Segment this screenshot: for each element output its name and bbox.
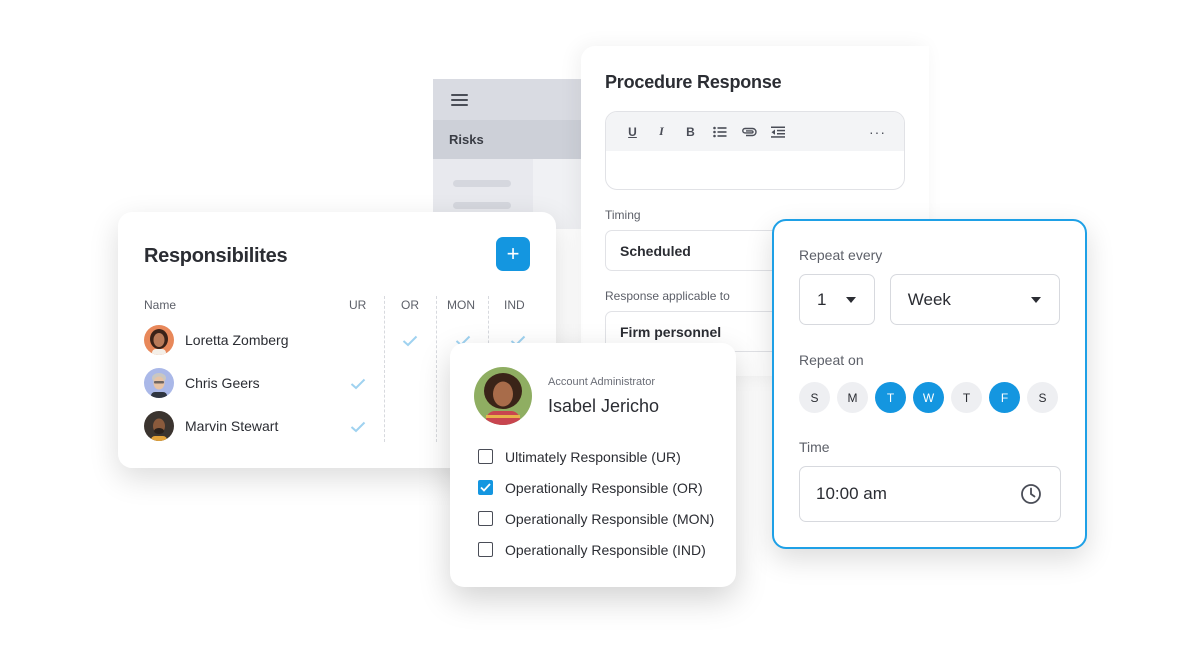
admin-name: Isabel Jericho bbox=[548, 395, 660, 416]
checkbox[interactable] bbox=[478, 449, 493, 464]
day-tuesday[interactable]: T bbox=[875, 382, 906, 413]
day-picker: S M T W T F S bbox=[799, 382, 1060, 413]
risks-panel: Risks bbox=[433, 79, 603, 229]
clock-icon[interactable] bbox=[1020, 483, 1042, 505]
column-divider bbox=[436, 296, 437, 442]
column-header-ind: IND bbox=[504, 298, 525, 312]
repeat-count-select[interactable]: 1 bbox=[799, 274, 875, 325]
placeholder-bar bbox=[453, 180, 511, 187]
option-ur[interactable]: Ultimately Responsible (UR) bbox=[478, 441, 736, 472]
menu-icon[interactable] bbox=[451, 93, 468, 106]
plus-icon: + bbox=[506, 241, 520, 266]
chevron-down-icon bbox=[1031, 296, 1041, 303]
rich-text-editor[interactable]: U I B ··· bbox=[605, 111, 905, 190]
chevron-down-icon bbox=[845, 296, 856, 303]
sidebar-item-risks[interactable]: Risks bbox=[433, 120, 603, 159]
checkbox[interactable] bbox=[478, 542, 493, 557]
column-divider bbox=[384, 296, 385, 442]
admin-role: Account Administrator bbox=[548, 375, 655, 388]
avatar bbox=[474, 367, 532, 425]
checkmark-icon bbox=[350, 378, 366, 390]
time-input[interactable]: 10:00 am bbox=[799, 466, 1061, 522]
checkbox-checked[interactable] bbox=[478, 480, 493, 495]
person-name: Loretta Zomberg bbox=[185, 332, 289, 348]
repeat-on-label: Repeat on bbox=[799, 352, 864, 368]
day-thursday[interactable]: T bbox=[951, 382, 982, 413]
repeat-count-value: 1 bbox=[817, 289, 827, 309]
editor-toolbar: U I B ··· bbox=[606, 112, 904, 151]
placeholder-bar bbox=[453, 202, 511, 209]
repeat-schedule-card: Repeat every 1 Week Repeat on S M T W T … bbox=[772, 219, 1087, 549]
column-header-ur: UR bbox=[349, 298, 367, 312]
day-sunday[interactable]: S bbox=[799, 382, 830, 413]
checkmark-icon bbox=[480, 483, 491, 492]
underline-icon[interactable]: U bbox=[624, 123, 641, 140]
risks-panel-header bbox=[433, 79, 603, 120]
avatar bbox=[144, 368, 174, 398]
checkmark-icon bbox=[402, 335, 418, 347]
table-row[interactable]: Chris Geers bbox=[144, 368, 260, 398]
procedure-title: Procedure Response bbox=[605, 72, 782, 92]
checkbox-label: Operationally Responsible (OR) bbox=[505, 479, 703, 496]
bold-icon[interactable]: B bbox=[682, 123, 699, 140]
checkbox-label: Operationally Responsible (IND) bbox=[505, 541, 706, 558]
day-wednesday[interactable]: W bbox=[913, 382, 944, 413]
table-row[interactable]: Loretta Zomberg bbox=[144, 325, 289, 355]
person-name: Marvin Stewart bbox=[185, 418, 279, 434]
checkbox-label: Operationally Responsible (MON) bbox=[505, 510, 715, 527]
day-monday[interactable]: M bbox=[837, 382, 868, 413]
checkbox-label: Ultimately Responsible (UR) bbox=[505, 448, 681, 465]
repeat-unit-select[interactable]: Week bbox=[889, 274, 1060, 325]
repeat-every-label: Repeat every bbox=[799, 247, 883, 263]
time-value: 10:00 am bbox=[816, 484, 887, 503]
time-label: Time bbox=[799, 439, 830, 455]
responsibilities-title: Responsibilites bbox=[144, 245, 288, 267]
checkbox[interactable] bbox=[478, 511, 493, 526]
column-header-name: Name bbox=[144, 298, 177, 312]
attach-icon[interactable] bbox=[740, 123, 757, 140]
avatar bbox=[144, 325, 174, 355]
add-responsibility-button[interactable]: + bbox=[496, 237, 530, 271]
avatar bbox=[144, 411, 174, 441]
column-header-mon: MON bbox=[447, 298, 475, 312]
administrator-card: Account Administrator Isabel Jericho Ult… bbox=[450, 343, 736, 587]
more-icon[interactable]: ··· bbox=[869, 124, 886, 140]
column-header-or: OR bbox=[401, 298, 419, 312]
option-mon[interactable]: Operationally Responsible (MON) bbox=[478, 503, 736, 534]
person-name: Chris Geers bbox=[185, 375, 260, 391]
day-friday[interactable]: F bbox=[989, 382, 1020, 413]
checkmark-icon bbox=[350, 421, 366, 433]
day-saturday[interactable]: S bbox=[1027, 382, 1058, 413]
italic-icon[interactable]: I bbox=[653, 123, 670, 140]
table-row[interactable]: Marvin Stewart bbox=[144, 411, 278, 441]
list-icon[interactable] bbox=[711, 123, 728, 140]
option-or[interactable]: Operationally Responsible (OR) bbox=[478, 472, 736, 503]
indent-icon[interactable] bbox=[769, 123, 786, 140]
option-ind[interactable]: Operationally Responsible (IND) bbox=[478, 534, 736, 565]
repeat-unit-value: Week bbox=[907, 289, 951, 309]
